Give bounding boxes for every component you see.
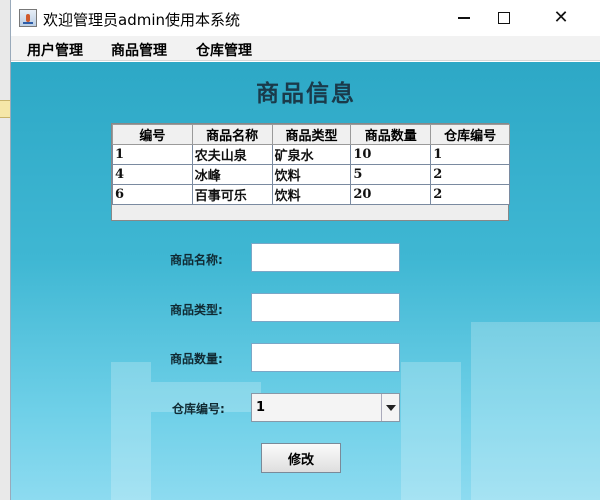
table-cell: 矿泉水 [271, 144, 352, 165]
column-header[interactable]: 编号 [112, 124, 193, 145]
product-table-container[interactable]: 编号 商品名称 商品类型 商品数量 仓库编号 1 农夫山泉 矿泉水 10 1 4… [111, 123, 510, 221]
title-bar[interactable]: 欢迎管理员admin使用本系统 ✕ [11, 0, 600, 36]
table-cell: 1 [430, 144, 510, 165]
table-row[interactable]: 6 百事可乐 饮料 20 2 [112, 184, 510, 205]
table-cell: 百事可乐 [191, 184, 273, 205]
menu-user-management[interactable]: 用户管理 [27, 40, 83, 60]
table-cell: 1 [112, 144, 193, 165]
menu-bar: 用户管理 商品管理 仓库管理 [11, 36, 600, 61]
product-type-label: 商品类型: [170, 303, 223, 317]
product-name-label: 商品名称: [170, 253, 223, 267]
table-cell: 6 [112, 184, 193, 205]
column-header[interactable]: 商品名称 [191, 124, 273, 145]
content-panel: 商品信息 编号 商品名称 商品类型 商品数量 仓库编号 1 农夫山泉 矿泉水 1… [11, 62, 600, 500]
table-header-row: 编号 商品名称 商品类型 商品数量 仓库编号 [112, 124, 510, 145]
page-title: 商品信息 [256, 80, 356, 107]
column-header[interactable]: 仓库编号 [430, 124, 510, 145]
table-cell: 2 [430, 184, 510, 205]
minimize-icon [458, 17, 470, 19]
table-cell: 饮料 [271, 164, 352, 185]
menu-product-management[interactable]: 商品管理 [111, 40, 167, 60]
table-cell: 2 [430, 164, 510, 185]
app-window: 欢迎管理员admin使用本系统 ✕ 用户管理 商品管理 仓库管理 商品信息 编号… [10, 0, 600, 500]
column-header[interactable]: 商品类型 [271, 124, 352, 145]
table-cell: 20 [350, 184, 432, 205]
warehouse-id-selected-value: 1 [256, 400, 266, 415]
background-window [0, 0, 10, 500]
maximize-icon [498, 12, 510, 24]
table-cell: 农夫山泉 [191, 144, 273, 165]
background-pillar [111, 362, 151, 500]
product-name-input[interactable] [251, 243, 400, 272]
column-header[interactable]: 商品数量 [350, 124, 432, 145]
table-cell: 饮料 [271, 184, 352, 205]
maximize-button[interactable] [481, 0, 527, 36]
table-row[interactable]: 1 农夫山泉 矿泉水 10 1 [112, 144, 510, 165]
close-icon: ✕ [553, 7, 569, 28]
table-cell: 4 [112, 164, 193, 185]
window-title: 欢迎管理员admin使用本系统 [43, 11, 241, 29]
table-cell: 冰峰 [191, 164, 273, 185]
product-type-input[interactable] [251, 293, 400, 322]
modify-button[interactable]: 修改 [261, 443, 341, 473]
menu-warehouse-management[interactable]: 仓库管理 [196, 40, 252, 60]
product-quantity-label: 商品数量: [170, 352, 223, 366]
product-table: 编号 商品名称 商品类型 商品数量 仓库编号 1 农夫山泉 矿泉水 10 1 4… [112, 124, 510, 205]
warehouse-id-label: 仓库编号: [172, 402, 225, 416]
background-pillar [401, 362, 461, 500]
product-quantity-input[interactable] [251, 343, 400, 372]
java-app-icon [19, 9, 37, 27]
table-row[interactable]: 4 冰峰 饮料 5 2 [112, 164, 510, 185]
close-button[interactable]: ✕ [538, 0, 584, 36]
background-highlight-strip [0, 100, 10, 118]
table-cell: 5 [350, 164, 432, 185]
table-cell: 10 [350, 144, 432, 165]
background-building [471, 322, 600, 500]
warehouse-id-select[interactable]: 1 [251, 393, 400, 422]
chevron-down-icon[interactable] [381, 394, 399, 421]
